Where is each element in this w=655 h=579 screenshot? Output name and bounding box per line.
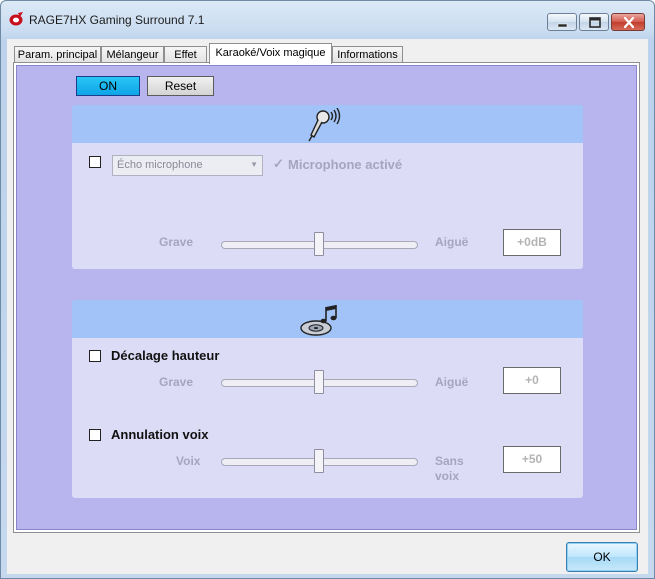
on-button[interactable]: ON [76, 76, 140, 96]
voice-slider-right-label-1: Sans [435, 454, 464, 468]
echo-checkbox[interactable] [89, 156, 101, 168]
window-title: RAGE7HX Gaming Surround 7.1 [29, 13, 205, 27]
check-icon: ✓ [273, 156, 284, 171]
app-window: RAGE7HX Gaming Surround 7.1 Param. princ… [0, 0, 655, 579]
maximize-button[interactable] [579, 13, 609, 31]
pitch-slider-right-label: Aiguë [435, 375, 469, 389]
karaoke-card-header [72, 105, 583, 143]
pitch-slider-thumb[interactable] [314, 370, 324, 394]
karaoke-slider-thumb[interactable] [314, 232, 324, 256]
voice-slider-thumb[interactable] [314, 449, 324, 473]
close-icon [623, 16, 635, 29]
pitch-label: Décalage hauteur [111, 348, 220, 363]
karaoke-value-box[interactable]: +0dB [503, 229, 561, 256]
tab-informations[interactable]: Informations [332, 46, 403, 63]
echo-select-value: Écho microphone [117, 159, 203, 171]
mic-active-label: Microphone activé [288, 157, 403, 172]
client-area: Param. principal Mélangeur Effet Karaoké… [7, 39, 648, 574]
tab-effet[interactable]: Effet [164, 46, 207, 63]
maximize-icon [589, 17, 601, 28]
close-button[interactable] [611, 13, 645, 31]
pitch-slider-left-label: Grave [159, 375, 194, 389]
app-logo-icon [9, 12, 23, 26]
voice-card: Décalage hauteur Grave Aiguë +0 Annulati… [72, 300, 583, 498]
karaoke-slider-right-label: Aiguë [435, 235, 469, 249]
reset-button[interactable]: Reset [147, 76, 214, 96]
title-bar[interactable]: RAGE7HX Gaming Surround 7.1 [1, 1, 654, 39]
pitch-value-box[interactable]: +0 [503, 367, 561, 394]
pitch-checkbox[interactable] [89, 350, 101, 362]
echo-select[interactable]: Écho microphone ▼ [112, 155, 263, 176]
microphone-icon [308, 108, 341, 142]
karaoke-slider-left-label: Grave [159, 235, 194, 249]
music-disc-icon [300, 305, 337, 336]
effects-panel: ON Reset Écho microphone ▼ ✓ Microphone … [16, 65, 637, 530]
tab-melangeur[interactable]: Mélangeur [101, 46, 164, 63]
voice-cancel-checkbox[interactable] [89, 429, 101, 441]
minimize-icon [557, 23, 568, 28]
minimize-button[interactable] [547, 13, 577, 31]
voice-slider-left-label: Voix [176, 454, 201, 468]
chevron-down-icon: ▼ [250, 160, 258, 169]
voice-slider-right-label-2: voix [435, 469, 460, 483]
tab-param-principal[interactable]: Param. principal [14, 46, 101, 63]
voice-value-box[interactable]: +50 [503, 446, 561, 473]
ok-button[interactable]: OK [566, 542, 638, 572]
tab-karaoke-voix-magique[interactable]: Karaoké/Voix magique [209, 43, 332, 64]
voice-cancel-label: Annulation voix [111, 427, 209, 442]
voice-card-header [72, 300, 583, 338]
tab-panel: ON Reset Écho microphone ▼ ✓ Microphone … [13, 62, 640, 533]
karaoke-card: Écho microphone ▼ ✓ Microphone activé Gr… [72, 105, 583, 269]
